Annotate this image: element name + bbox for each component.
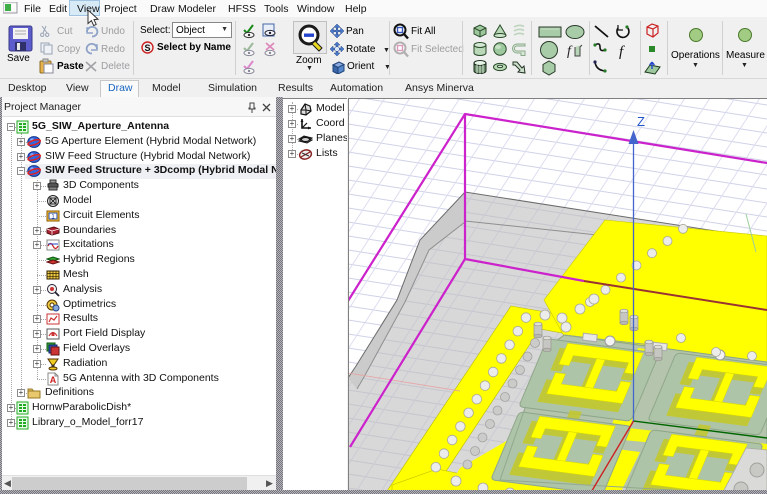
svg-text:A: A <box>50 375 57 385</box>
svg-text:f: f <box>567 44 573 59</box>
svg-text:Z: Z <box>637 114 645 129</box>
svg-text:f: f <box>619 44 625 60</box>
svg-text:S: S <box>144 43 150 53</box>
